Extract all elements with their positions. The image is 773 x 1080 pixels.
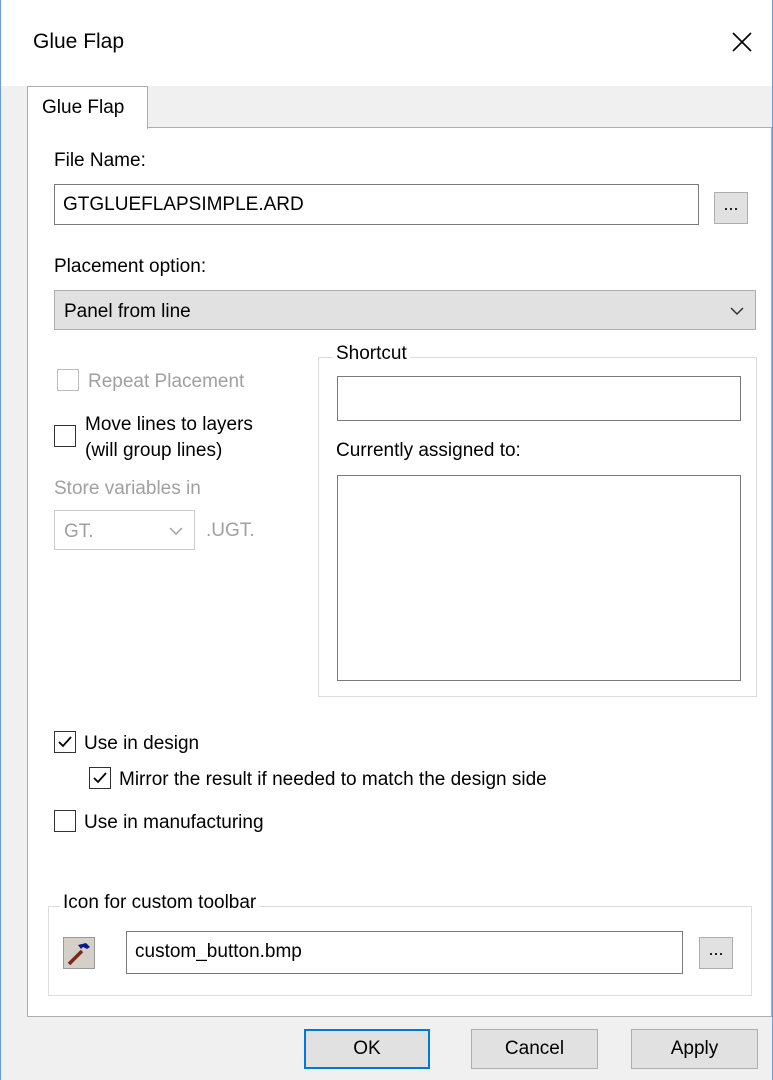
chevron-down-icon (730, 307, 744, 316)
tab-glue-flap[interactable]: Glue Flap (27, 86, 148, 129)
file-browse-button[interactable]: ... (714, 192, 748, 224)
repeat-placement-label: Repeat Placement (88, 371, 245, 392)
cancel-label: Cancel (504, 1038, 565, 1059)
mirror-checkbox[interactable] (89, 767, 111, 789)
move-lines-label-2: (will group lines) (85, 440, 223, 461)
icon-browse-button[interactable]: ... (699, 937, 733, 969)
ok-label: OK (353, 1038, 381, 1059)
use-in-design-label: Use in design (84, 733, 200, 754)
shortcut-group-title: Shortcut (333, 343, 410, 365)
tab-label: Glue Flap (42, 97, 125, 118)
window-title: Glue Flap (33, 30, 125, 53)
hammer-icon (67, 943, 90, 966)
shortcut-input[interactable] (337, 376, 741, 421)
shortcut-group: Shortcut Currently assigned to: (318, 343, 757, 697)
apply-label: Apply (670, 1038, 719, 1059)
toolbar-icon-preview[interactable] (63, 937, 95, 969)
icon-file-input[interactable]: custom_button.bmp (126, 931, 683, 974)
store-variables-select[interactable]: GT. (54, 510, 195, 550)
cancel-button[interactable]: Cancel (471, 1029, 598, 1069)
check-icon (93, 772, 107, 784)
store-variables-suffix: .UGT. (206, 520, 255, 541)
file-browse-label: ... (723, 194, 739, 214)
check-icon (58, 736, 72, 748)
icon-group: Icon for custom toolbar custom_button.bm… (48, 892, 752, 996)
apply-button[interactable]: Apply (631, 1029, 758, 1069)
currently-assigned-label: Currently assigned to: (336, 440, 521, 461)
file-name-value: GTGLUEFLAPSIMPLE.ARD (63, 194, 304, 215)
move-lines-checkbox[interactable] (54, 425, 76, 447)
placement-select[interactable]: Panel from line (54, 290, 756, 330)
currently-assigned-list[interactable] (337, 475, 741, 681)
placement-value: Panel from line (64, 301, 191, 322)
use-in-design-checkbox[interactable] (54, 731, 76, 753)
chevron-down-icon (169, 527, 183, 536)
icon-browse-label: ... (708, 939, 724, 959)
icon-group-title: Icon for custom toolbar (60, 892, 260, 914)
tab-panel: File Name: GTGLUEFLAPSIMPLE.ARD ... Plac… (27, 127, 772, 1017)
file-name-label: File Name: (54, 150, 146, 171)
title-bar: Glue Flap (1, 0, 772, 86)
icon-file-value: custom_button.bmp (135, 941, 302, 962)
repeat-placement-checkbox[interactable] (57, 369, 79, 391)
store-variables-value: GT. (64, 521, 94, 542)
ok-button[interactable]: OK (304, 1029, 430, 1069)
file-name-input[interactable]: GTGLUEFLAPSIMPLE.ARD (54, 184, 699, 225)
use-in-manufacturing-checkbox[interactable] (54, 810, 76, 832)
mirror-label: Mirror the result if needed to match the… (119, 769, 547, 790)
placement-label: Placement option: (54, 256, 207, 277)
dialog-window: Glue Flap Glue Flap File Name: GTGLUEFLA… (0, 0, 773, 1080)
move-lines-label-1: Move lines to layers (85, 414, 253, 435)
close-button[interactable] (722, 22, 762, 62)
store-variables-label: Store variables in (54, 478, 201, 499)
close-icon (732, 32, 752, 52)
use-in-manufacturing-label: Use in manufacturing (84, 812, 264, 833)
